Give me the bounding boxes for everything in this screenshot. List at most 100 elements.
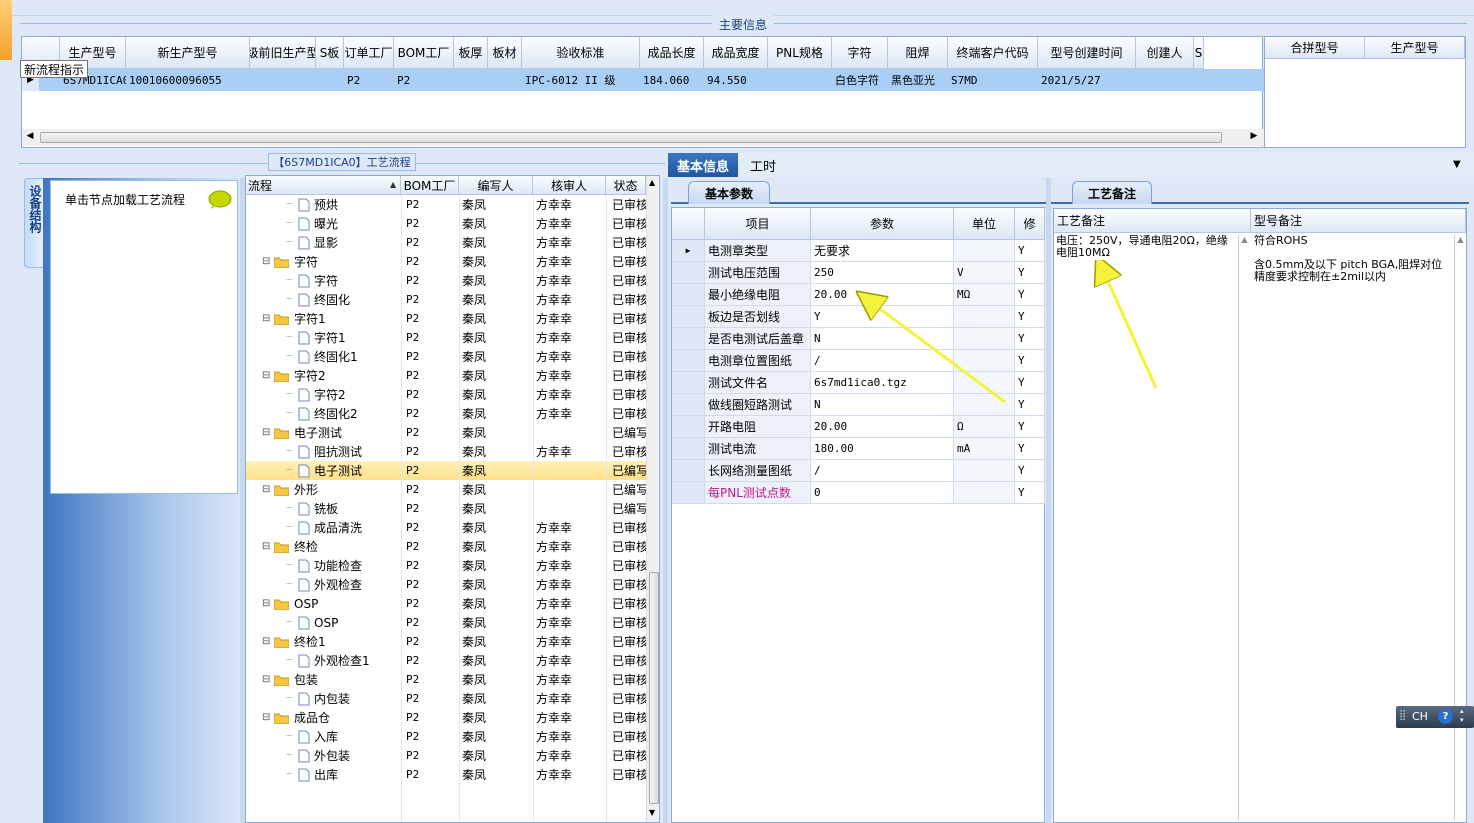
table-cell[interactable]: 184.060 (640, 69, 704, 91)
collapse-icon[interactable]: ⊟ (262, 366, 272, 385)
tab-basic-params[interactable]: 基本参数 (688, 181, 770, 204)
collapse-icon[interactable]: ⊟ (262, 594, 272, 613)
column-header[interactable]: 阻焊 (888, 37, 948, 69)
merge-model-grid[interactable]: 合拼型号 生产型号 (1264, 36, 1466, 148)
param-value-cell[interactable]: / (811, 460, 954, 482)
table-cell[interactable] (1136, 69, 1194, 91)
collapse-icon[interactable]: ⊟ (262, 252, 272, 271)
ime-expand-icon[interactable]: ▴ ▾ (1460, 707, 1464, 725)
table-cell[interactable] (1194, 69, 1204, 91)
param-modify-cell[interactable]: Y (1015, 438, 1045, 460)
header-modify[interactable]: 修 (1015, 208, 1045, 240)
collapse-icon[interactable]: ⊟ (262, 708, 272, 727)
scroll-thumb[interactable] (40, 132, 1222, 143)
collapse-icon[interactable]: ⊟ (262, 309, 272, 328)
tree-row[interactable]: ┈ 铣板 P2 秦凤 已编写 (246, 499, 646, 518)
horizontal-scrollbar[interactable]: ◀ ▶ (22, 129, 1264, 146)
column-header[interactable]: 创建人 (1136, 37, 1194, 69)
column-header[interactable]: 升级前旧生产型号 (250, 37, 316, 69)
header-writer[interactable]: 编写人 (459, 176, 533, 195)
tab-work-hours[interactable]: 工时 (738, 153, 788, 177)
table-cell[interactable]: P2 (344, 69, 394, 91)
column-header[interactable]: 板材 (488, 37, 522, 69)
scroll-up-icon[interactable]: ▲ (649, 178, 655, 187)
param-modify-cell[interactable]: Y (1015, 460, 1045, 482)
tree-row[interactable]: ┈ 终固化2 P2 秦凤 方幸幸 已审核 (246, 404, 646, 423)
tree-row[interactable]: ┈ 入库 P2 秦凤 方幸幸 已审核 (246, 727, 646, 746)
param-modify-cell[interactable]: Y (1015, 482, 1045, 504)
tree-row[interactable]: ┈ 字符1 P2 秦凤 方幸幸 已审核 (246, 328, 646, 347)
process-notes-text[interactable]: 电压：250V，导通电阻20Ω，绝缘电阻10MΩ (1056, 235, 1236, 259)
param-value-cell[interactable]: 0 (811, 482, 954, 504)
param-modify-cell[interactable]: Y (1015, 240, 1045, 262)
header-model-notes[interactable]: 型号备注 (1251, 209, 1466, 233)
splitter-mid[interactable] (663, 178, 668, 823)
scroll-right-icon[interactable]: ▶ (1248, 131, 1260, 143)
scroll-up-icon[interactable]: ▲ (1239, 235, 1250, 244)
column-header[interactable]: S板 (316, 37, 344, 69)
table-cell[interactable]: 10010600096055 (126, 69, 250, 91)
header-unit[interactable]: 单位 (954, 208, 1015, 240)
flow-load-box[interactable]: 单击节点加载工艺流程 (50, 180, 238, 494)
tree-row[interactable]: ┈ 字符2 P2 秦凤 方幸幸 已审核 (246, 385, 646, 404)
model-notes-scrollbar[interactable]: ▲ (1454, 235, 1466, 821)
model-notes-text[interactable]: 符合ROHS 含0.5mm及以下 pitch BGA,阻焊对位精度要求控制在±2… (1254, 235, 1450, 283)
header-reviewer[interactable]: 核审人 (533, 176, 606, 195)
collapse-icon[interactable]: ⊟ (262, 537, 272, 556)
tree-row[interactable]: ┈ 外观检查1 P2 秦凤 方幸幸 已审核 (246, 651, 646, 670)
scroll-left-icon[interactable]: ◀ (24, 131, 36, 143)
tree-row[interactable]: ┈ 功能检查 P2 秦凤 方幸幸 已审核 (246, 556, 646, 575)
header-merge-model[interactable]: 合拼型号 (1265, 37, 1365, 59)
tree-row[interactable]: ┈ 字符 P2 秦凤 方幸幸 已审核 (246, 271, 646, 290)
collapse-icon[interactable]: ⊟ (262, 423, 272, 442)
table-cell[interactable] (250, 69, 316, 91)
tree-row[interactable]: ┈ 终固化1 P2 秦凤 方幸幸 已审核 (246, 347, 646, 366)
header-process-notes[interactable]: 工艺备注 (1054, 209, 1251, 233)
tree-row[interactable]: ┈ 外观检查 P2 秦凤 方幸幸 已审核 (246, 575, 646, 594)
tree-row[interactable]: ⊟ 电子测试 P2 秦凤 已编写 (246, 423, 646, 442)
tree-row[interactable]: ┈ 出库 P2 秦凤 方幸幸 已审核 (246, 765, 646, 784)
collapse-icon[interactable]: ⊟ (262, 632, 272, 651)
param-value-cell[interactable]: 无要求 (811, 240, 954, 262)
column-header[interactable]: 终端客户代码 (948, 37, 1038, 69)
column-header[interactable]: 字符 (832, 37, 888, 69)
ime-toolbar[interactable]: ⣿ CH ? ▴ ▾ (1396, 706, 1474, 728)
table-cell[interactable]: IPC-6012 II 级 (522, 69, 640, 91)
dropdown-arrow-icon[interactable]: ▼ (1453, 159, 1461, 170)
header-flow[interactable]: 流程 (246, 176, 401, 195)
tab-process-notes[interactable]: 工艺备注 (1072, 181, 1152, 204)
main-info-grid[interactable]: 生产型号新生产型号升级前旧生产型号S板订单工厂BOM工厂板厚板材验收标准成品长度… (21, 36, 1264, 148)
table-cell[interactable]: 94.550 (704, 69, 768, 91)
tree-row[interactable]: ⊟ 外形 P2 秦凤 已编写 (246, 480, 646, 499)
tree-row[interactable]: ┈ 阻抗测试 P2 秦凤 方幸幸 已审核 (246, 442, 646, 461)
tree-row[interactable]: ⊟ 字符1 P2 秦凤 方幸幸 已审核 (246, 309, 646, 328)
column-header[interactable]: 成品宽度 (704, 37, 768, 69)
tab-equipment-structure[interactable]: 设备结构 (24, 178, 44, 268)
tree-row[interactable]: ⊟ 字符 P2 秦凤 方幸幸 已审核 (246, 252, 646, 271)
collapse-icon[interactable]: ⊟ (262, 480, 272, 499)
column-header[interactable]: 验收标准 (522, 37, 640, 69)
table-cell[interactable] (454, 69, 488, 91)
table-cell[interactable] (488, 69, 522, 91)
table-cell[interactable]: 白色字符 (832, 69, 888, 91)
column-header[interactable]: 成品长度 (640, 37, 704, 69)
column-header[interactable]: PNL规格 (768, 37, 832, 69)
header-bom-factory[interactable]: BOM工厂 (401, 176, 459, 195)
scroll-thumb[interactable] (649, 572, 659, 804)
table-cell[interactable]: P2 (394, 69, 454, 91)
scroll-down-icon[interactable]: ▼ (649, 808, 655, 817)
table-cell[interactable] (768, 69, 832, 91)
ime-language[interactable]: CH (1412, 710, 1428, 723)
tree-row[interactable]: ┈ 外包装 P2 秦凤 方幸幸 已审核 (246, 746, 646, 765)
collapse-icon[interactable]: ⊟ (262, 670, 272, 689)
table-row[interactable]: 6S7MD1ICA0 10010600096055 P2 P2 IPC-6012 II … (22, 69, 1264, 91)
tree-row[interactable]: ┈ 预烘 P2 秦凤 方幸幸 已审核 (246, 195, 646, 214)
process-tree-grid[interactable]: 流程 ▲ BOM工厂 编写人 核审人 状态 ┈ 预烘 P2 秦凤 方幸幸 已审核 ┈ 曝光 P2… (245, 175, 660, 823)
scroll-up-icon[interactable]: ▲ (1455, 235, 1466, 244)
tab-basic-info[interactable]: 基本信息 (668, 153, 738, 177)
tree-row[interactable]: ┈ 曝光 P2 秦凤 方幸幸 已审核 (246, 214, 646, 233)
process-notes-scrollbar[interactable]: ▲ (1238, 235, 1250, 821)
param-value-cell[interactable]: 180.00 (811, 438, 954, 460)
column-header[interactable]: 板厚 (454, 37, 488, 69)
table-cell[interactable] (316, 69, 344, 91)
